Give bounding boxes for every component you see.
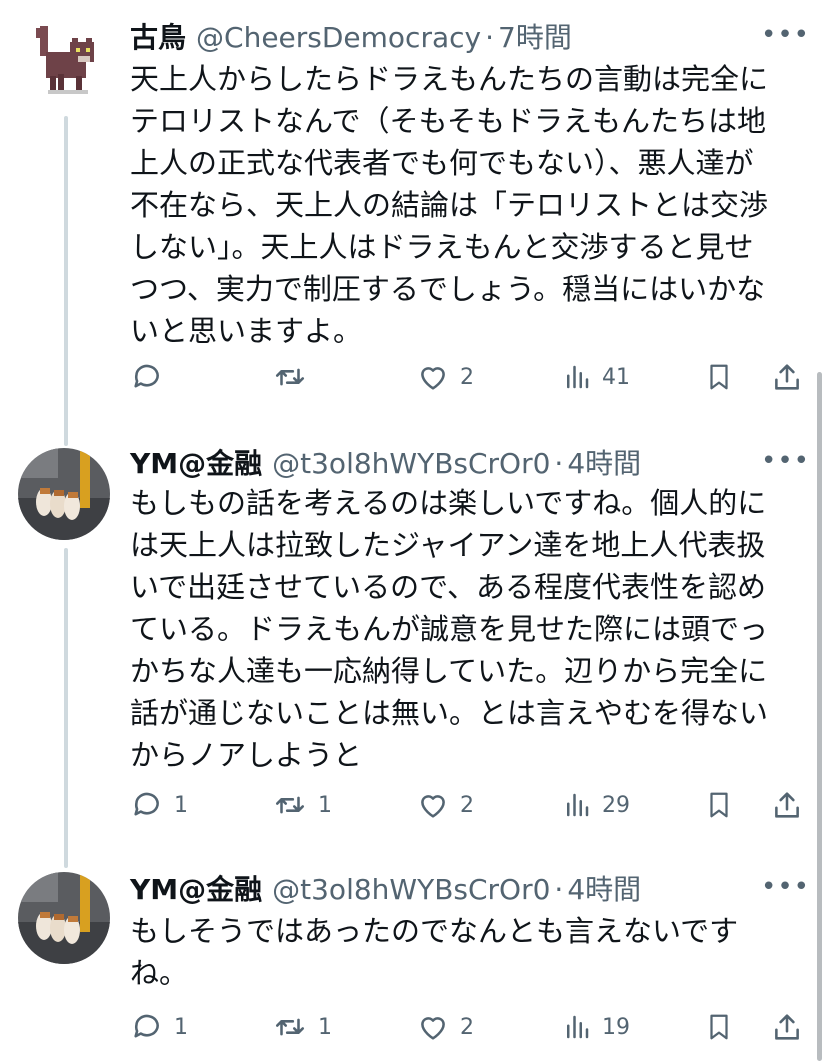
- views-count: 19: [602, 1014, 630, 1040]
- post-header: YM@金融 @t3ol8hWYBsCrOr0 · 4時間: [130, 442, 641, 482]
- bookmark-icon: [710, 364, 728, 390]
- views-icon: [567, 793, 589, 817]
- like-count: 2: [460, 792, 474, 818]
- post-text-line: 話が通じないことは無い。とは言えやむを得ない: [130, 696, 769, 730]
- share-button[interactable]: [770, 360, 804, 394]
- views-button[interactable]: 41: [562, 360, 630, 394]
- timestamp[interactable]: 7時間: [498, 16, 572, 56]
- views-icon: [567, 1015, 589, 1039]
- more-horizontal-icon[interactable]: •••: [761, 20, 810, 50]
- post-text-line: 不在なら、天上人の結論は「テロリストとは交渉: [130, 188, 769, 222]
- post-text: もしもの話を考えるのは楽しいですね。個人的に は天上人は拉致したジャイアン達を地…: [130, 482, 810, 776]
- repost-icon: [275, 1018, 305, 1036]
- avatar[interactable]: [18, 448, 110, 540]
- post-text-line: ね。: [130, 956, 189, 990]
- reply-count: 1: [174, 792, 188, 818]
- like-icon: [421, 795, 445, 818]
- post-text-line: かちな人達も一応納得していた。辺りから完全に: [130, 654, 768, 688]
- repost-icon: [275, 796, 305, 814]
- views-count: 29: [602, 792, 630, 818]
- cats-photo-avatar-image: [18, 872, 110, 964]
- repost-button[interactable]: 1: [272, 1010, 332, 1044]
- share-icon: [775, 1014, 799, 1040]
- repost-count: 1: [318, 792, 332, 818]
- like-icon: [421, 367, 445, 390]
- action-bar: 1 1 2 29: [130, 788, 810, 828]
- share-icon: [775, 792, 799, 818]
- views-icon: [567, 365, 589, 389]
- views-button[interactable]: 19: [562, 1010, 630, 1044]
- post-header: YM@金融 @t3ol8hWYBsCrOr0 · 4時間: [130, 868, 641, 908]
- repost-icon: [275, 368, 305, 386]
- reply-button[interactable]: 1: [130, 1010, 188, 1044]
- separator: ·: [485, 21, 494, 54]
- post-text-line: つつ、実力で制圧するでしょう。穏当にはいかな: [130, 272, 766, 306]
- post-text-line: もしもの話を考えるのは楽しいですね。個人的に: [130, 486, 767, 520]
- avatar[interactable]: [18, 16, 110, 108]
- like-icon: [421, 1017, 445, 1040]
- like-count: 2: [460, 1014, 474, 1040]
- action-bar: 1 1 2 19: [130, 1010, 810, 1050]
- post[interactable]: YM@金融 @t3ol8hWYBsCrOr0 · 4時間 ••• もしもの話を考…: [0, 430, 828, 840]
- separator: ·: [554, 447, 564, 480]
- share-button[interactable]: [770, 1010, 804, 1044]
- like-button[interactable]: 2: [416, 788, 474, 822]
- post-text-line: 上人の正式な代表者でも何でもない）、悪人達が: [130, 146, 754, 180]
- post-header: 古鳥 @CheersDemocracy · 7時間: [130, 16, 572, 56]
- post-text-line: は天上人は拉致したジャイアン達を地上人代表扱: [130, 528, 766, 562]
- author-name[interactable]: YM@金融: [130, 868, 262, 908]
- timestamp[interactable]: 4時間: [567, 442, 641, 482]
- post-text-line: からノアしようと: [130, 738, 363, 772]
- author-handle[interactable]: @t3ol8hWYBsCrOr0: [272, 447, 550, 480]
- cats-photo-avatar-image: [18, 448, 110, 540]
- cat-pixel-avatar-image: [18, 16, 110, 108]
- bookmark-icon: [710, 1014, 728, 1040]
- author-handle[interactable]: @CheersDemocracy: [196, 21, 481, 54]
- post-text-line: 天上人からしたらドラえもんたちの言動は完全に: [130, 62, 769, 96]
- reply-count: 1: [174, 1014, 188, 1040]
- post-text: もしそうではあったのでなんとも言えないです ね。: [130, 910, 810, 994]
- post-text-line: しない」。天上人はドラえもんと交渉すると見せ: [130, 230, 754, 264]
- action-bar: 2 41: [130, 360, 810, 400]
- timestamp[interactable]: 4時間: [567, 868, 641, 908]
- repost-button[interactable]: 1: [272, 788, 332, 822]
- post-text-line: もしそうではあったのでなんとも言えないです: [130, 914, 739, 948]
- more-horizontal-icon[interactable]: •••: [761, 446, 810, 476]
- reply-icon: [134, 792, 159, 816]
- avatar[interactable]: [18, 872, 110, 964]
- author-name[interactable]: YM@金融: [130, 442, 262, 482]
- more-horizontal-icon[interactable]: •••: [761, 872, 810, 902]
- like-button[interactable]: 2: [416, 1010, 474, 1044]
- repost-count: 1: [318, 1014, 332, 1040]
- author-name[interactable]: 古鳥: [130, 16, 186, 56]
- reply-button[interactable]: [130, 360, 174, 394]
- share-button[interactable]: [770, 788, 804, 822]
- repost-button[interactable]: [272, 360, 318, 394]
- author-handle[interactable]: @t3ol8hWYBsCrOr0: [272, 873, 550, 906]
- reply-icon: [134, 364, 159, 388]
- share-icon: [775, 364, 799, 390]
- separator: ·: [554, 873, 564, 906]
- post-text-line: ている。ドラえもんが誠意を見せた際には頭でっ: [130, 612, 769, 646]
- views-count: 41: [602, 364, 630, 390]
- like-button[interactable]: 2: [416, 360, 474, 394]
- post[interactable]: 古鳥 @CheersDemocracy · 7時間 ••• 天上人からしたらドラ…: [0, 0, 828, 420]
- bookmark-icon: [710, 792, 728, 818]
- post-text-line: いと思いますよ。: [130, 314, 363, 348]
- post[interactable]: YM@金融 @t3ol8hWYBsCrOr0 · 4時間 ••• もしそうではあ…: [0, 856, 828, 1061]
- reply-icon: [134, 1014, 159, 1038]
- post-text-line: テロリストなんで（そもそもドラえもんたちは地: [130, 104, 766, 138]
- like-count: 2: [460, 364, 474, 390]
- post-text: 天上人からしたらドラえもんたちの言動は完全に テロリストなんで（そもそもドラえも…: [130, 58, 810, 352]
- post-text-line: いで出廷させているので、ある程度代表性を認め: [130, 570, 766, 604]
- bookmark-button[interactable]: [704, 788, 734, 822]
- bookmark-button[interactable]: [704, 1010, 734, 1044]
- reply-button[interactable]: 1: [130, 788, 188, 822]
- views-button[interactable]: 29: [562, 788, 630, 822]
- bookmark-button[interactable]: [704, 360, 734, 394]
